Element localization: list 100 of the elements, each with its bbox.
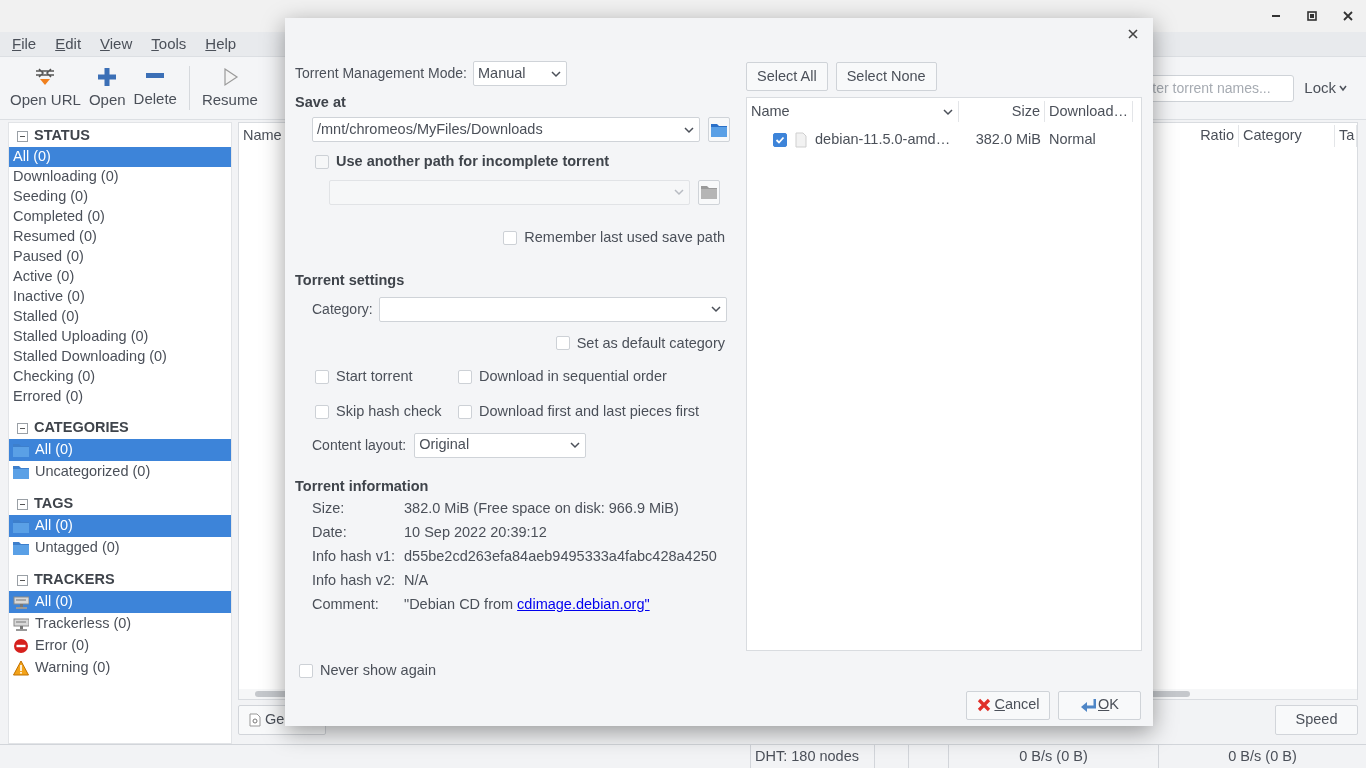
field-label: Content layout: [312, 435, 407, 455]
document-icon [249, 713, 261, 727]
section-title: CATEGORIES [34, 418, 129, 438]
filter-item[interactable]: Warning (0) [9, 657, 231, 679]
filter-item[interactable]: Trackerless (0) [9, 613, 231, 635]
dialog-button[interactable]: OK [1058, 690, 1141, 720]
column-header[interactable]: Name [239, 125, 286, 147]
collapse-icon[interactable] [17, 422, 28, 434]
filter-item[interactable]: Uncategorized (0) [9, 461, 231, 483]
checkbox-label: Skip hash check [336, 402, 442, 421]
filter-item[interactable]: All (0) [9, 439, 231, 461]
server-icon [13, 594, 29, 610]
lock-dropdown[interactable]: Lock [1298, 75, 1354, 101]
column-header[interactable]: Size [959, 100, 1045, 123]
filter-item[interactable]: Stalled Downloading (0) [9, 347, 231, 367]
info-label: Comment: [312, 594, 380, 614]
field-label: Torrent Management Mode: [295, 64, 467, 83]
status-text: 0 B/s (0 B) [1158, 745, 1366, 768]
info-value: 10 Sep 2022 20:39:12 [404, 522, 548, 542]
section-heading: Torrent information [295, 476, 430, 496]
browse-button[interactable] [698, 179, 720, 205]
select-button[interactable]: Select None [835, 62, 937, 91]
folder-icon [13, 541, 29, 555]
checkbox[interactable] [773, 133, 787, 147]
column-header[interactable]: Ratio [1196, 125, 1239, 147]
warning-icon [13, 660, 29, 676]
file-icon [795, 132, 807, 148]
info-label: Info hash v1: [312, 546, 397, 566]
filter-item[interactable]: Checking (0) [9, 367, 231, 387]
layout-dropdown[interactable]: Original [414, 432, 587, 458]
menu-item[interactable]: File [12, 32, 37, 56]
checkbox-label: Remember last used save path [524, 227, 725, 247]
section-title: STATUS [34, 126, 90, 146]
menu-item[interactable]: Edit [55, 32, 82, 56]
info-label: Size: [312, 498, 346, 518]
info-value: N/A [404, 570, 430, 590]
comment-link[interactable]: cdimage.debian.org" [517, 593, 650, 616]
filter-item[interactable]: Seeding (0) [9, 187, 231, 207]
chevron-down-icon [709, 303, 722, 315]
filter-item[interactable]: Inactive (0) [9, 287, 231, 307]
category-dropdown[interactable] [378, 296, 727, 322]
server-icon [13, 616, 29, 632]
speed-button[interactable]: Speed [1275, 705, 1358, 735]
toolbar-button[interactable]: Open [84, 62, 130, 114]
folder-icon [13, 443, 29, 457]
collapse-icon[interactable] [17, 574, 28, 586]
checkbox-label: Use another path for incomplete torrent [336, 152, 610, 171]
collapse-icon[interactable] [17, 130, 28, 142]
filter-item[interactable]: All (0) [9, 591, 231, 613]
minimize-icon [1272, 15, 1280, 17]
collapse-icon[interactable] [17, 498, 28, 510]
filter-item[interactable]: All (0) [9, 515, 231, 537]
filter-item[interactable]: Paused (0) [9, 247, 231, 267]
filter-item[interactable]: Resumed (0) [9, 227, 231, 247]
filter-item[interactable]: Errored (0) [9, 387, 231, 407]
filter-item[interactable]: Error (0) [9, 635, 231, 657]
toolbar-button[interactable]: Resume [197, 62, 262, 114]
toolbar-button[interactable]: Open URL [6, 62, 85, 114]
filter-item[interactable]: Completed (0) [9, 207, 231, 227]
return-arrow-icon [1080, 697, 1096, 714]
status-text: 0 B/s (0 B) [948, 745, 1158, 768]
column-header[interactable]: Download… [1045, 100, 1133, 123]
filter-item[interactable]: Active (0) [9, 267, 231, 287]
maximize-icon [1307, 11, 1317, 21]
folder-icon [13, 519, 29, 533]
close-icon [1128, 29, 1138, 39]
filter-item[interactable]: Stalled Uploading (0) [9, 327, 231, 347]
checkbox-label: Set as default category [576, 333, 725, 353]
checkbox-label: Download in sequential order [479, 367, 667, 387]
filter-item[interactable]: All (0) [9, 147, 231, 167]
column-header[interactable]: Name [747, 100, 959, 123]
checkbox-label: Download first and last pieces first [479, 402, 699, 421]
filter-item[interactable]: Stalled (0) [9, 307, 231, 327]
column-header[interactable]: Category [1239, 125, 1335, 147]
close-icon [1343, 11, 1353, 21]
status-text: DHT: 180 nodes [750, 745, 874, 768]
file-name: debian-11.5.0-amd… [815, 130, 951, 150]
column-header[interactable]: Ta [1335, 125, 1357, 147]
section-heading: Save at [295, 93, 347, 113]
save-path-dropdown[interactable]: /mnt/chromeos/MyFiles/Downloads [312, 117, 700, 142]
folder-icon [701, 185, 717, 200]
menu-item[interactable]: Tools [151, 32, 187, 56]
browse-button[interactable] [708, 117, 730, 142]
toolbar-button[interactable]: Delete [129, 63, 181, 113]
section-title: TRACKERS [34, 570, 115, 590]
info-value: d55be2cd263efa84aeb9495333a4fabc428a4250 [404, 546, 718, 566]
folder-icon [13, 465, 29, 479]
filter-item[interactable]: Downloading (0) [9, 167, 231, 187]
checkbox-label: Never show again [320, 661, 437, 680]
dialog-button[interactable]: Cancel [966, 690, 1050, 720]
menu-item[interactable]: View [100, 32, 133, 56]
info-value: 382.0 MiB (Free space on disk: 966.9 MiB) [404, 498, 680, 518]
filter-item[interactable]: Untagged (0) [9, 537, 231, 559]
info-label: Info hash v2: [312, 570, 397, 590]
menu-item[interactable]: Help [205, 32, 237, 56]
select-button[interactable]: Select All [746, 62, 828, 91]
folder-icon [711, 122, 727, 137]
section-heading: Torrent settings [295, 270, 406, 290]
mode-dropdown[interactable]: Manual [473, 61, 567, 86]
cross-icon [976, 697, 993, 714]
